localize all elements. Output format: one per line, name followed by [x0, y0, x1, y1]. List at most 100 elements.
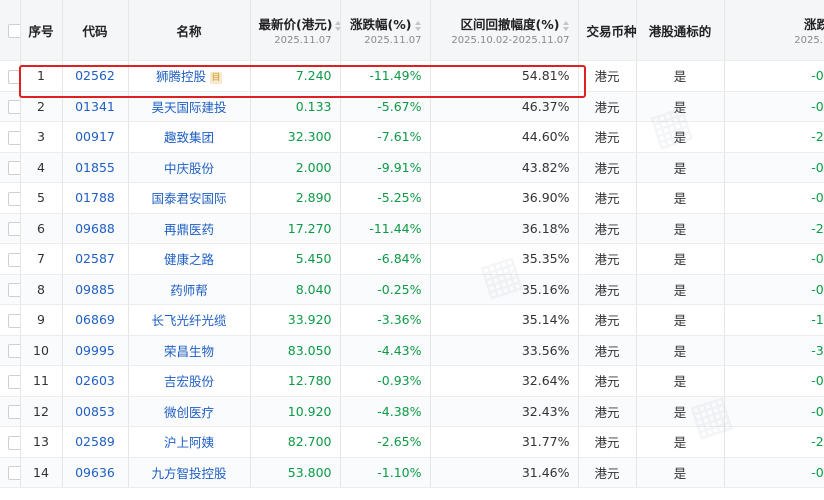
- stock-code-link[interactable]: 01341: [62, 91, 129, 122]
- table-row[interactable]: 12 00853 微创医疗 10.920 -4.38% 32.43% 港元 是 -0.500: [0, 396, 824, 427]
- row-checkbox-cell[interactable]: [0, 457, 21, 488]
- stock-code-link[interactable]: 00917: [62, 121, 129, 153]
- stock-code-link-text[interactable]: 09636: [75, 465, 115, 480]
- row-checkbox[interactable]: [8, 69, 19, 84]
- stock-name-link[interactable]: 长飞光纤光缆: [128, 304, 251, 336]
- stock-name-link-text[interactable]: 中庆股份: [164, 161, 214, 176]
- row-checkbox[interactable]: [8, 222, 19, 236]
- stock-name-link[interactable]: 再鼎医药: [128, 213, 251, 244]
- stock-name-link-text[interactable]: 昊天国际建投: [151, 100, 226, 115]
- row-checkbox[interactable]: [8, 130, 19, 145]
- stock-code-link-text[interactable]: 02587: [75, 251, 115, 266]
- stock-code-link-text[interactable]: 09995: [75, 343, 115, 358]
- stock-name-link[interactable]: 微创医疗: [128, 396, 251, 427]
- table-row[interactable]: 1 02562 狮腾控股目 7.240 -11.49% 54.81% 港元 是 -0.940: [0, 60, 824, 92]
- table-row[interactable]: 10 09995 荣昌生物 83.050 -4.43% 33.56% 港元 是 -3.850: [0, 335, 824, 366]
- stock-code-link-text[interactable]: 06869: [75, 312, 115, 327]
- stock-name-link-text[interactable]: 荣昌生物: [164, 344, 214, 359]
- col-header-change-amount[interactable]: 涨跌额 2025.11.07: [724, 0, 824, 61]
- table-row[interactable]: 13 02589 沪上阿姨 82.700 -2.65% 31.77% 港元 是 -2.250: [0, 426, 824, 458]
- row-checkbox-cell[interactable]: [0, 152, 21, 183]
- stock-code-link[interactable]: 09688: [62, 213, 129, 244]
- stock-code-link[interactable]: 02562: [62, 60, 129, 92]
- row-checkbox[interactable]: [8, 405, 19, 419]
- stock-code-link[interactable]: 09995: [62, 335, 129, 366]
- stock-name-link[interactable]: 吉宏股份: [128, 365, 251, 397]
- stock-name-link-text[interactable]: 药师帮: [170, 283, 208, 298]
- stock-name-link-text[interactable]: 吉宏股份: [164, 374, 214, 389]
- stock-name-link-text[interactable]: 狮腾控股: [156, 69, 206, 84]
- table-row[interactable]: 6 09688 再鼎医药 17.270 -11.44% 36.18% 港元 是 -2.230: [0, 213, 824, 244]
- stock-code-link[interactable]: 00853: [62, 396, 129, 427]
- sort-icon[interactable]: [414, 20, 422, 31]
- stock-name-link[interactable]: 沪上阿姨: [128, 426, 251, 458]
- row-checkbox[interactable]: [8, 283, 19, 297]
- stock-name-link[interactable]: 健康之路: [128, 243, 251, 275]
- row-checkbox[interactable]: [8, 313, 19, 328]
- row-checkbox[interactable]: [8, 374, 19, 389]
- stock-code-link-text[interactable]: 00917: [75, 129, 115, 144]
- col-header-price[interactable]: 最新价(港元) 2025.11.07: [250, 0, 341, 61]
- stock-code-link-text[interactable]: 00853: [75, 404, 115, 419]
- stock-code-link-text[interactable]: 01855: [75, 160, 115, 175]
- select-all-checkbox[interactable]: [8, 23, 19, 38]
- select-all-checkbox-cell[interactable]: [0, 0, 21, 61]
- table-row[interactable]: 4 01855 中庆股份 2.000 -9.91% 43.82% 港元 是 -0.220: [0, 152, 824, 183]
- row-checkbox[interactable]: [8, 161, 19, 175]
- stock-code-link-text[interactable]: 02562: [75, 68, 115, 83]
- stock-code-link-text[interactable]: 02589: [75, 434, 115, 449]
- stock-name-link-text[interactable]: 沪上阿姨: [164, 435, 214, 450]
- stock-code-link-text[interactable]: 09885: [75, 282, 115, 297]
- stock-code-link[interactable]: 02587: [62, 243, 129, 275]
- row-checkbox-cell[interactable]: [0, 304, 21, 336]
- stock-code-link[interactable]: 09885: [62, 274, 129, 305]
- stock-code-link-text[interactable]: 09688: [75, 221, 115, 236]
- stock-name-link-text[interactable]: 微创医疗: [164, 405, 214, 420]
- stock-name-link[interactable]: 趣致集团: [128, 121, 251, 153]
- table-row[interactable]: 2 01341 昊天国际建投 0.133 -5.67% 46.37% 港元 是 -0.008: [0, 91, 824, 122]
- row-checkbox-cell[interactable]: [0, 121, 21, 153]
- stock-code-link-text[interactable]: 02603: [75, 373, 115, 388]
- row-checkbox-cell[interactable]: [0, 396, 21, 427]
- row-checkbox-cell[interactable]: [0, 182, 21, 214]
- row-checkbox-cell[interactable]: [0, 213, 21, 244]
- sort-icon[interactable]: [562, 20, 570, 31]
- stock-name-link[interactable]: 狮腾控股目: [128, 60, 251, 92]
- table-row[interactable]: 14 09636 九方智投控股 53.800 -1.10% 31.46% 港元 是 -0.600: [0, 457, 824, 488]
- table-row[interactable]: 5 01788 国泰君安国际 2.890 -5.25% 36.90% 港元 是 -0.160: [0, 182, 824, 214]
- col-header-drawdown[interactable]: 区间回撤幅度(%) 2025.10.02-2025.11.07: [430, 0, 579, 61]
- row-checkbox[interactable]: [8, 435, 19, 450]
- stock-name-link[interactable]: 九方智投控股: [128, 457, 251, 488]
- table-row[interactable]: 7 02587 健康之路 5.450 -6.84% 35.35% 港元 是 -0.400: [0, 243, 824, 275]
- sort-icon[interactable]: [335, 20, 339, 31]
- stock-name-link[interactable]: 荣昌生物: [128, 335, 251, 366]
- stock-name-link-text[interactable]: 国泰君安国际: [151, 191, 226, 206]
- row-checkbox-cell[interactable]: [0, 365, 21, 397]
- stock-name-link[interactable]: 国泰君安国际: [128, 182, 251, 214]
- row-checkbox-cell[interactable]: [0, 91, 21, 122]
- row-checkbox-cell[interactable]: [0, 60, 21, 92]
- stock-code-link[interactable]: 01855: [62, 152, 129, 183]
- stock-name-link[interactable]: 药师帮: [128, 274, 251, 305]
- stock-name-link-text[interactable]: 九方智投控股: [151, 466, 226, 481]
- stock-name-link-text[interactable]: 长飞光纤光缆: [151, 313, 226, 328]
- stock-name-link[interactable]: 中庆股份: [128, 152, 251, 183]
- row-checkbox-cell[interactable]: [0, 274, 21, 305]
- stock-name-link-text[interactable]: 再鼎医药: [164, 222, 214, 237]
- table-row[interactable]: 11 02603 吉宏股份 12.780 -0.93% 32.64% 港元 是 -0.120: [0, 365, 824, 397]
- row-checkbox[interactable]: [8, 252, 19, 267]
- col-header-change-pct[interactable]: 涨跌幅(%) 2025.11.07: [340, 0, 431, 61]
- row-checkbox[interactable]: [8, 100, 19, 114]
- row-checkbox-cell[interactable]: [0, 243, 21, 275]
- table-row[interactable]: 3 00917 趣致集团 32.300 -7.61% 44.60% 港元 是 -2.660: [0, 121, 824, 153]
- stock-name-link-text[interactable]: 趣致集团: [164, 130, 214, 145]
- stock-code-link[interactable]: 09636: [62, 457, 129, 488]
- stock-name-link-text[interactable]: 健康之路: [164, 252, 214, 267]
- table-row[interactable]: 8 09885 药师帮 8.040 -0.25% 35.16% 港元 是 -0.020: [0, 274, 824, 305]
- row-checkbox[interactable]: [8, 344, 19, 358]
- stock-code-link[interactable]: 02603: [62, 365, 129, 397]
- row-checkbox-cell[interactable]: [0, 335, 21, 366]
- stock-code-link-text[interactable]: 01341: [75, 99, 115, 114]
- row-checkbox[interactable]: [8, 466, 19, 480]
- stock-name-link[interactable]: 昊天国际建投: [128, 91, 251, 122]
